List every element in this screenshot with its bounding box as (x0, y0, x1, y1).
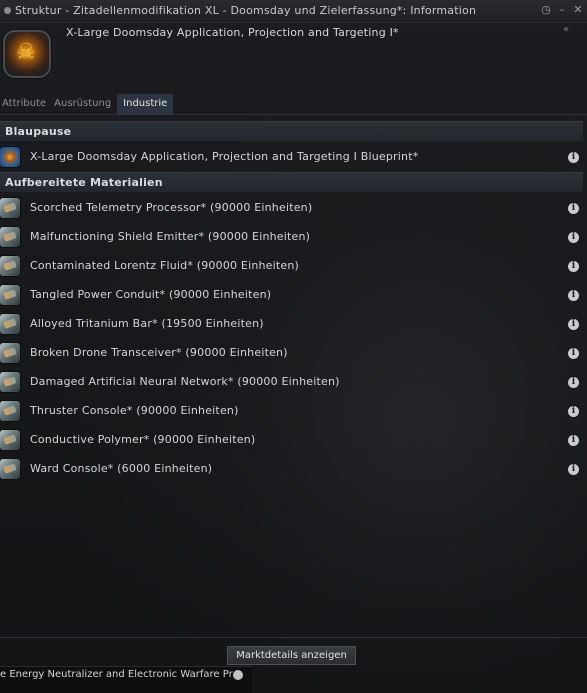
section-title: Blaupause (5, 125, 72, 138)
info-icon[interactable] (233, 670, 243, 680)
material-label: Ward Console* (6000 Einheiten) (30, 462, 213, 475)
material-label: Damaged Artificial Neural Network* (9000… (30, 375, 340, 388)
material-label: Contaminated Lorentz Fluid* (90000 Einhe… (30, 259, 300, 272)
tab-ausruestung[interactable]: Ausrüstung (52, 94, 115, 114)
info-icon[interactable]: i (568, 377, 579, 388)
skull-icon: ☠ (16, 40, 36, 65)
material-row[interactable]: Contaminated Lorentz Fluid* (90000 Einhe… (0, 252, 583, 281)
material-icon[interactable] (0, 343, 20, 363)
material-label: Alloyed Tritanium Bar* (19500 Einheiten) (30, 317, 264, 330)
background-window-text: e Energy Neutralizer and Electronic Warf… (0, 669, 233, 680)
title-bar[interactable]: Struktur - Zitadellenmodifikation XL - D… (0, 0, 587, 23)
info-icon[interactable]: i (568, 152, 579, 163)
tab-industrie[interactable]: Industrie (117, 94, 174, 114)
material-row[interactable]: Damaged Artificial Neural Network* (9000… (0, 368, 583, 397)
material-icon[interactable] (0, 314, 20, 334)
material-icon[interactable] (0, 198, 20, 218)
material-row[interactable]: Broken Drone Transceiver* (90000 Einheit… (0, 339, 583, 368)
close-button[interactable]: ✕ (571, 3, 585, 17)
tab-divider (0, 114, 587, 115)
pin-icon[interactable]: ◷ (539, 3, 553, 17)
info-icon[interactable]: i (568, 319, 579, 330)
section-title: Aufbereitete Materialien (5, 176, 163, 189)
blueprint-label: X-Large Doomsday Application, Projection… (30, 150, 419, 163)
material-row[interactable]: Ward Console* (6000 Einheiten) i (0, 455, 583, 484)
material-label: Scorched Telemetry Processor* (90000 Ein… (30, 201, 313, 214)
material-label: Thruster Console* (90000 Einheiten) (30, 404, 239, 417)
material-icon[interactable] (0, 372, 20, 392)
tab-bar: Attribute Ausrüstung Industrie (0, 94, 175, 114)
material-label: Broken Drone Transceiver* (90000 Einheit… (30, 346, 288, 359)
footer-divider (0, 637, 587, 638)
material-label: Conductive Polymer* (90000 Einheiten) (30, 433, 256, 446)
collapse-icon[interactable]: « (563, 24, 569, 35)
window-menu-icon[interactable] (4, 7, 11, 14)
info-icon[interactable]: i (568, 435, 579, 446)
material-row[interactable]: Thruster Console* (90000 Einheiten) i (0, 397, 583, 426)
material-label: Malfunctioning Shield Emitter* (90000 Ei… (30, 230, 311, 243)
info-icon[interactable]: i (568, 348, 579, 359)
info-icon[interactable]: i (568, 464, 579, 475)
material-row[interactable]: Alloyed Tritanium Bar* (19500 Einheiten)… (0, 310, 583, 339)
info-icon[interactable]: i (568, 261, 579, 272)
tab-attribute[interactable]: Attribute (0, 94, 50, 114)
section-blaupause: Blaupause (0, 121, 583, 141)
material-icon[interactable] (0, 401, 20, 421)
blueprint-row[interactable]: X-Large Doomsday Application, Projection… (0, 143, 583, 172)
blueprint-icon[interactable] (0, 147, 20, 167)
market-details-button[interactable]: Marktdetails anzeigen (227, 646, 356, 665)
section-aufbereitete-materialien: Aufbereitete Materialien (0, 172, 583, 192)
info-icon[interactable]: i (568, 232, 579, 243)
material-icon[interactable] (0, 430, 20, 450)
info-icon[interactable]: i (568, 406, 579, 417)
material-icon[interactable] (0, 227, 20, 247)
material-icon[interactable] (0, 459, 20, 479)
info-icon[interactable]: i (568, 203, 579, 214)
material-icon[interactable] (0, 285, 20, 305)
item-icon[interactable]: ☠ (3, 30, 51, 78)
material-row[interactable]: Scorched Telemetry Processor* (90000 Ein… (0, 194, 583, 223)
material-row[interactable]: Malfunctioning Shield Emitter* (90000 Ei… (0, 223, 583, 252)
material-row[interactable]: Tangled Power Conduit* (90000 Einheiten)… (0, 281, 583, 310)
window-title: Struktur - Zitadellenmodifikation XL - D… (15, 4, 477, 17)
material-row[interactable]: Conductive Polymer* (90000 Einheiten) i (0, 426, 583, 455)
minimize-button[interactable]: – (555, 3, 569, 17)
info-icon[interactable]: i (568, 290, 579, 301)
material-icon[interactable] (0, 256, 20, 276)
item-title: X-Large Doomsday Application, Projection… (66, 26, 399, 39)
material-label: Tangled Power Conduit* (90000 Einheiten) (30, 288, 272, 301)
